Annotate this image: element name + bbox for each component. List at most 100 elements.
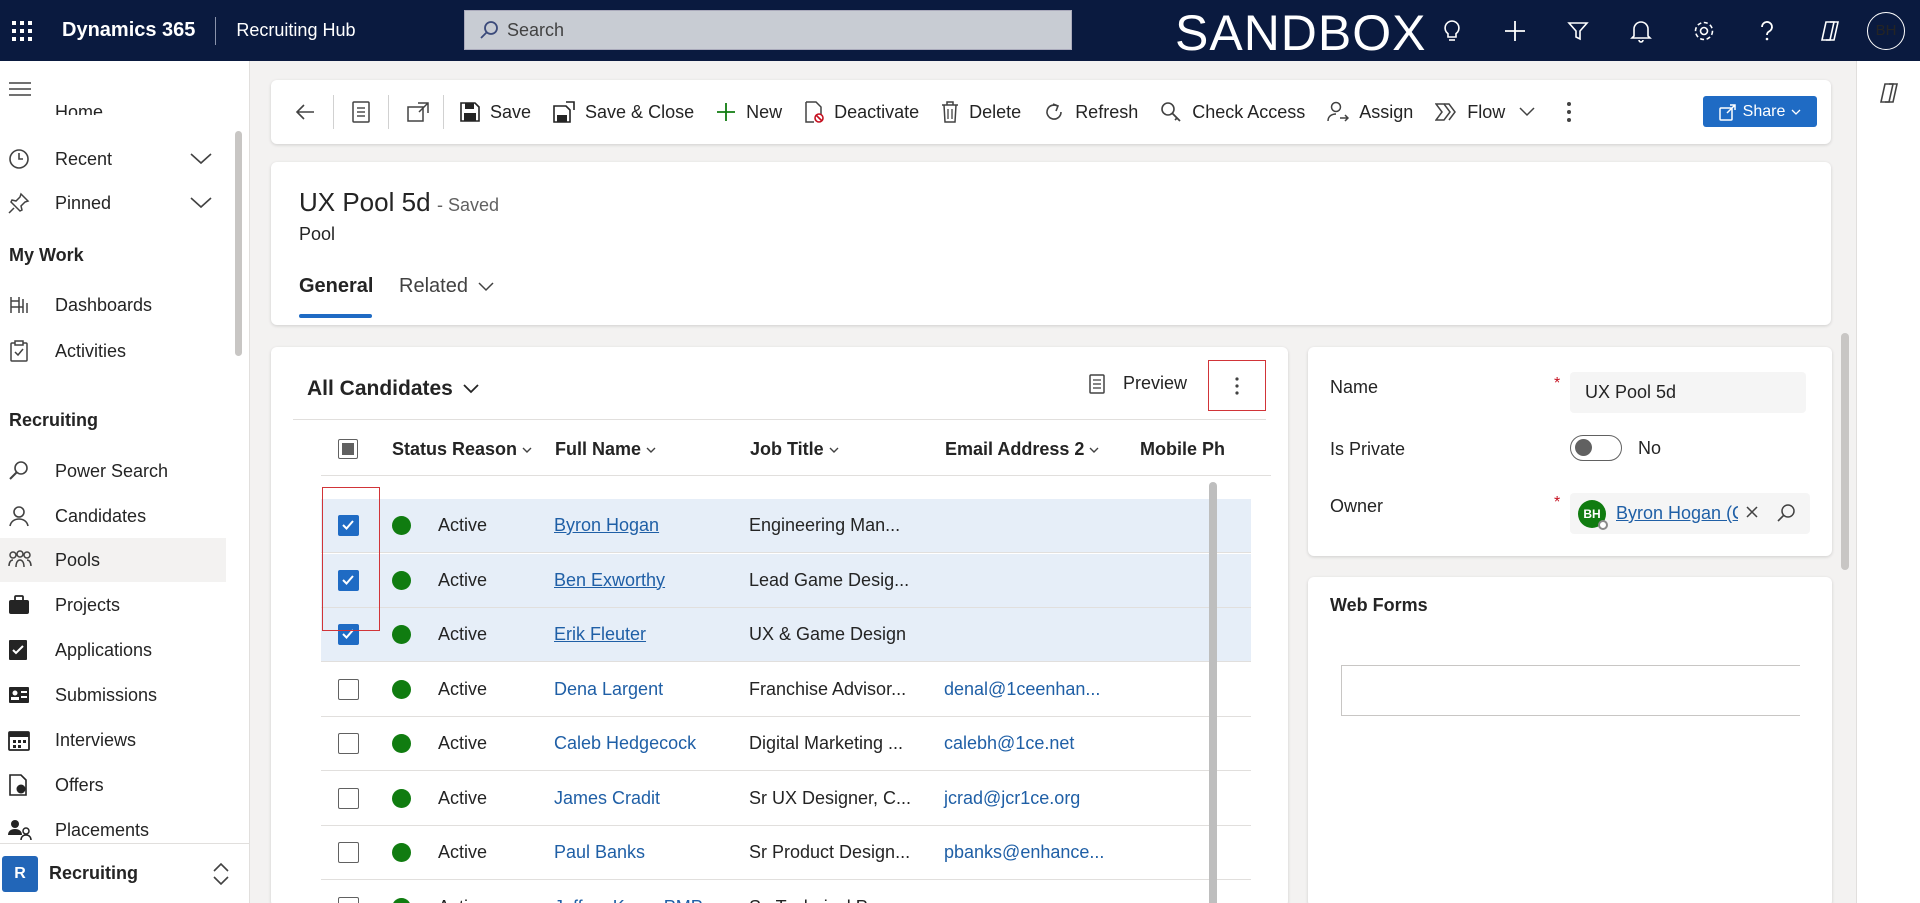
- full-name-link[interactable]: James Cradit: [554, 788, 660, 809]
- nav-item-label: Home: [55, 102, 104, 115]
- table-row[interactable]: Active Caleb Hedgecock Digital Marketing .…: [321, 717, 1251, 771]
- nav-item-power-search[interactable]: Power Search: [0, 449, 226, 493]
- nav-item-applications[interactable]: Applications: [0, 628, 226, 672]
- table-row[interactable]: Active Ben Exworthy Lead Game Desig...: [321, 553, 1251, 608]
- remove-owner-button[interactable]: [1746, 502, 1758, 523]
- nav-item-home[interactable]: Home: [0, 89, 226, 115]
- nav-item-pinned[interactable]: Pinned: [0, 181, 226, 225]
- column-header-full-name[interactable]: Full Name: [555, 439, 656, 460]
- full-name-link[interactable]: Caleb Hedgecock: [554, 733, 696, 754]
- nav-item-submissions[interactable]: Submissions: [0, 673, 226, 717]
- app-name[interactable]: Recruiting Hub: [236, 20, 355, 41]
- owner-search-button[interactable]: [1776, 503, 1796, 528]
- nav-item-dashboards[interactable]: Dashboards: [0, 283, 226, 327]
- save-button[interactable]: Save: [444, 80, 542, 144]
- nav-item-pools[interactable]: Pools: [0, 538, 226, 582]
- nav-scrollbar[interactable]: [235, 131, 242, 356]
- owner-link[interactable]: Byron Hogan (C: [1616, 503, 1738, 524]
- app-launcher-button[interactable]: [0, 0, 44, 61]
- name-field[interactable]: UX Pool 5d: [1570, 372, 1806, 413]
- subgrid-more-button[interactable]: [1208, 360, 1266, 411]
- nav-item-recent[interactable]: Recent: [0, 137, 226, 181]
- nav-item-offers[interactable]: Offers: [0, 763, 226, 807]
- preview-button[interactable]: Preview: [1089, 373, 1187, 394]
- table-row[interactable]: Active Dena Largent Franchise Advisor... de…: [321, 663, 1251, 717]
- nav-item-label: Dashboards: [55, 294, 153, 315]
- email-link[interactable]: jcrad@jcr1ce.org: [944, 788, 1080, 809]
- row-checkbox[interactable]: [338, 678, 359, 700]
- column-header-email[interactable]: Email Address 2: [945, 439, 1099, 460]
- chevron-down-icon: [522, 447, 532, 453]
- deactivate-button[interactable]: Deactivate: [793, 80, 930, 144]
- open-new-window-button[interactable]: [389, 80, 443, 144]
- plus-icon[interactable]: [1483, 0, 1546, 61]
- column-header-status-reason[interactable]: Status Reason: [392, 439, 532, 460]
- select-all-checkbox[interactable]: [338, 439, 358, 459]
- full-name-link[interactable]: Jeffrey Kunz, PMP: [554, 897, 703, 903]
- full-name-link[interactable]: Dena Largent: [554, 679, 663, 700]
- nav-item-candidates[interactable]: Candidates: [0, 494, 226, 538]
- back-button[interactable]: [271, 80, 333, 144]
- global-search-input[interactable]: Search: [464, 10, 1072, 50]
- full-name-link[interactable]: Paul Banks: [554, 842, 645, 863]
- table-row[interactable]: Active Byron Hogan Engineering Man...: [321, 499, 1251, 553]
- required-indicator: *: [1554, 375, 1561, 392]
- chevron-down-icon[interactable]: [1519, 107, 1535, 117]
- lightbulb-icon[interactable]: [1420, 0, 1483, 61]
- assign-button[interactable]: Assign: [1316, 80, 1424, 144]
- chevron-down-icon[interactable]: [190, 149, 212, 170]
- is-private-value: No: [1638, 438, 1662, 458]
- email-link[interactable]: pbanks@enhance...: [944, 842, 1104, 863]
- help-icon[interactable]: [1735, 0, 1798, 61]
- row-checkbox[interactable]: [338, 842, 359, 863]
- check-access-button[interactable]: Check Access: [1149, 80, 1316, 144]
- gear-icon[interactable]: [1672, 0, 1735, 61]
- user-avatar[interactable]: BH: [1867, 11, 1905, 50]
- row-checkbox[interactable]: [338, 896, 359, 903]
- copilot-icon[interactable]: [1798, 0, 1861, 61]
- row-checkbox[interactable]: [338, 787, 359, 809]
- full-name-link[interactable]: Byron Hogan: [554, 515, 659, 536]
- email-link[interactable]: denal@1ceenhan...: [944, 679, 1100, 700]
- column-header-mobile-phone[interactable]: Mobile Ph: [1140, 439, 1235, 460]
- nav-item-projects[interactable]: Projects: [0, 583, 226, 627]
- refresh-button[interactable]: Refresh: [1032, 80, 1149, 144]
- page-scrollbar[interactable]: [1841, 333, 1849, 570]
- save-close-button[interactable]: Save & Close: [542, 80, 705, 144]
- chevron-down-icon[interactable]: [190, 193, 212, 214]
- owner-label: Owner: [1330, 496, 1384, 516]
- area-badge: R: [2, 855, 38, 892]
- form-view-button[interactable]: [334, 80, 388, 144]
- nav-item-activities[interactable]: Activities: [0, 329, 226, 373]
- grid-scrollbar[interactable]: [1209, 482, 1217, 903]
- filter-icon[interactable]: [1546, 0, 1609, 61]
- table-row[interactable]: Active Jeffrey Kunz, PMP Sr. Technical Pro…: [321, 881, 1251, 903]
- bell-icon[interactable]: [1609, 0, 1672, 61]
- web-forms-content[interactable]: [1341, 665, 1800, 716]
- view-selector[interactable]: All Candidates: [307, 377, 479, 401]
- chevron-down-icon: [1089, 447, 1099, 453]
- delete-button[interactable]: Delete: [930, 80, 1032, 144]
- owner-lookup-field[interactable]: BH Byron Hogan (C: [1570, 493, 1810, 534]
- area-switcher[interactable]: R Recruiting: [0, 843, 249, 903]
- tab-general[interactable]: General: [299, 275, 373, 298]
- full-name-link[interactable]: Erik Fleuter: [554, 624, 646, 645]
- nav-item-interviews[interactable]: Interviews: [0, 718, 226, 762]
- table-row[interactable]: Active Paul Banks Sr Product Design... pban…: [321, 826, 1251, 880]
- tab-related[interactable]: Related: [399, 275, 494, 298]
- row-checkbox[interactable]: [338, 733, 359, 754]
- table-row[interactable]: Active James Cradit Sr UX Designer, C... jc…: [321, 772, 1251, 826]
- delete-label: Delete: [969, 101, 1022, 122]
- table-row[interactable]: Active Erik Fleuter UX & Game Design: [321, 608, 1251, 662]
- copilot-icon[interactable]: [1877, 81, 1901, 110]
- flow-button[interactable]: Flow: [1424, 80, 1546, 144]
- is-private-toggle[interactable]: [1570, 435, 1622, 461]
- share-button[interactable]: Share: [1703, 96, 1817, 127]
- full-name-link[interactable]: Ben Exworthy: [554, 570, 665, 591]
- column-header-job-title[interactable]: Job Title: [750, 439, 839, 460]
- waffle-icon: [12, 20, 32, 41]
- email-link[interactable]: calebh@1ce.net: [944, 733, 1074, 754]
- new-button[interactable]: New: [705, 80, 793, 144]
- brand-name[interactable]: Dynamics 365: [62, 19, 195, 42]
- more-commands-button[interactable]: [1546, 80, 1592, 144]
